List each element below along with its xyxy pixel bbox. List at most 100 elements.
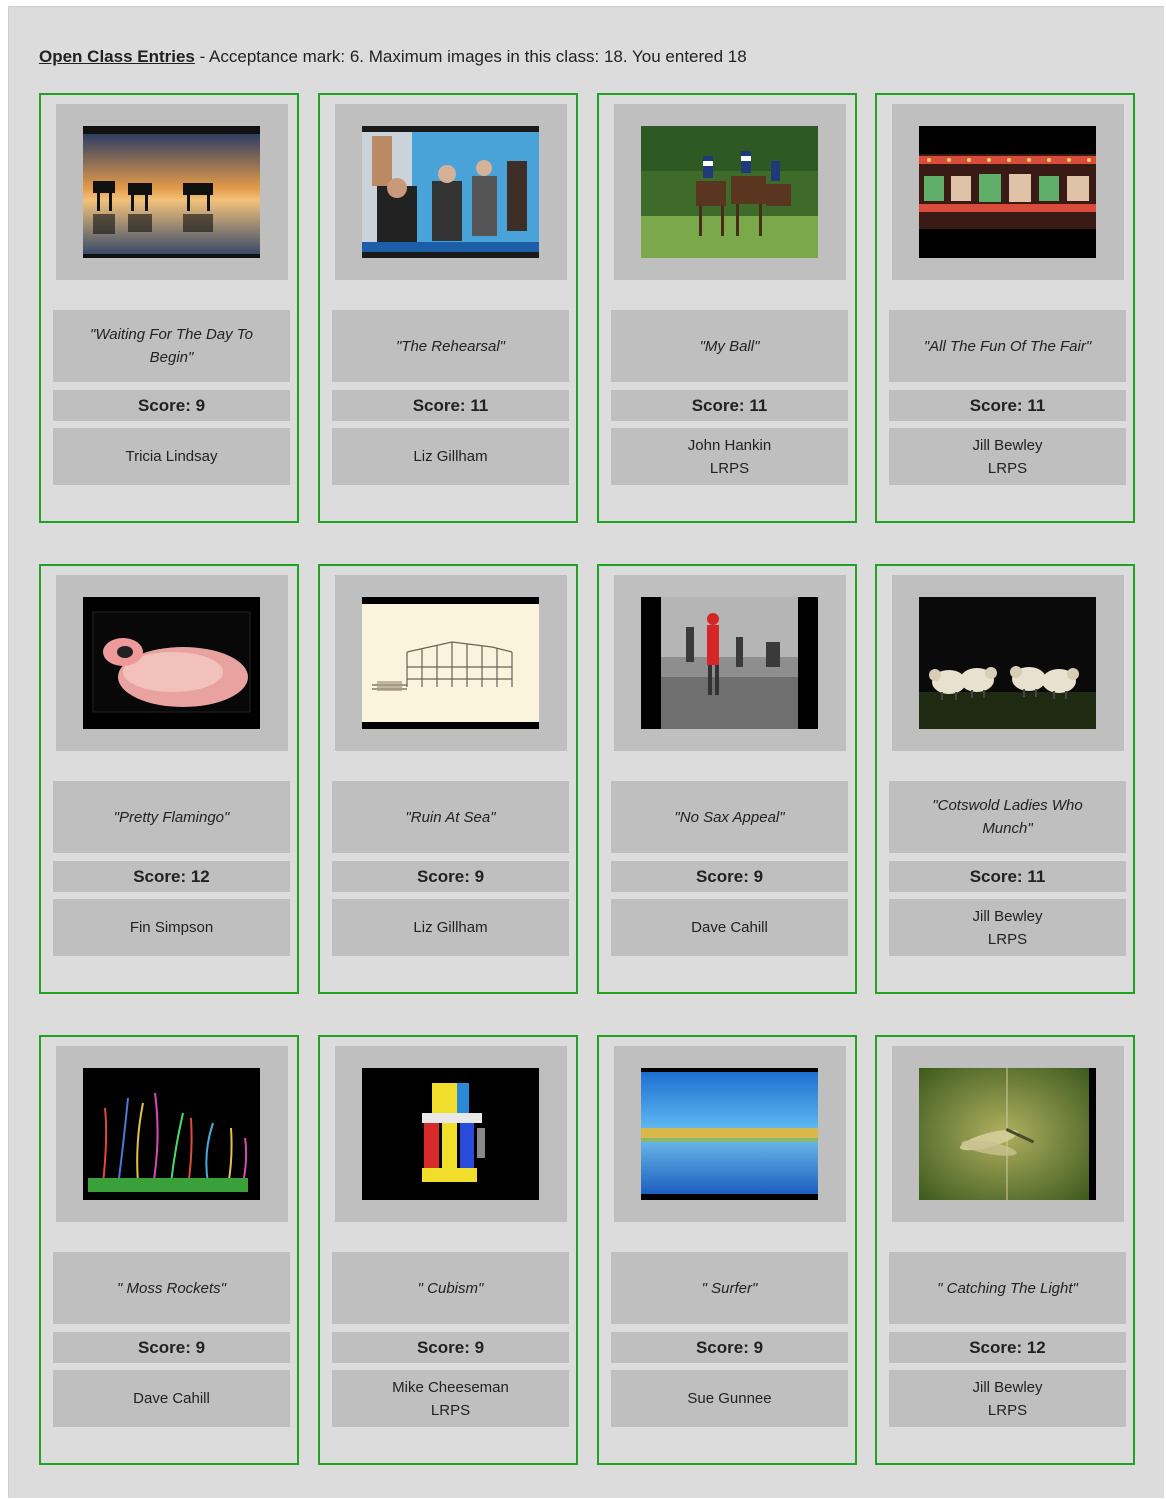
entry-title: " Moss Rockets"	[53, 1252, 290, 1324]
image-fairground	[919, 126, 1096, 258]
entry-card[interactable]: "The Rehearsal" Score: 11 Liz Gillham	[318, 93, 578, 523]
entry-score: Score: 9	[53, 390, 290, 421]
author-name: Jill Bewley	[972, 1378, 1043, 1396]
author-honours: LRPS	[987, 459, 1028, 477]
entry-card[interactable]: " Cubism" Score: 9 Mike Cheeseman LRPS	[318, 1035, 578, 1465]
entry-title: " Surfer"	[611, 1252, 848, 1324]
image-cubism	[362, 1068, 539, 1200]
entry-title: " Cubism"	[332, 1252, 569, 1324]
class-title: Open Class Entries	[39, 47, 195, 66]
entry-score: Score: 11	[332, 390, 569, 421]
thumbnail-frame	[892, 1046, 1124, 1222]
entry-score: Score: 9	[611, 861, 848, 892]
entry-author: Jill Bewley LRPS	[889, 428, 1126, 485]
image-saxophonist	[641, 597, 818, 729]
entry-thumbnail[interactable]	[919, 1068, 1096, 1200]
entry-thumbnail[interactable]	[83, 126, 260, 258]
entry-thumbnail[interactable]	[362, 597, 539, 729]
entry-score: Score: 9	[332, 1332, 569, 1363]
entry-card[interactable]: "Ruin At Sea" Score: 9 Liz Gillham	[318, 564, 578, 994]
author-name: Jill Bewley	[972, 436, 1043, 454]
thumbnail-frame	[614, 575, 846, 751]
image-horses-sunset	[83, 126, 260, 258]
class-details: - Acceptance mark: 6. Maximum images in …	[194, 47, 747, 66]
entry-card[interactable]: "Waiting For The Day To Begin" Score: 9 …	[39, 93, 299, 523]
entry-author: Sue Gunnee	[611, 1370, 848, 1427]
entry-thumbnail[interactable]	[641, 1068, 818, 1200]
entry-card[interactable]: " Surfer" Score: 9 Sue Gunnee	[597, 1035, 857, 1465]
image-polo	[641, 126, 818, 258]
thumbnail-frame	[892, 104, 1124, 280]
entry-author: Jill Bewley LRPS	[889, 899, 1126, 956]
entry-author: Fin Simpson	[53, 899, 290, 956]
entry-thumbnail[interactable]	[919, 126, 1096, 258]
entry-title: "No Sax Appeal"	[611, 781, 848, 853]
entry-thumbnail[interactable]	[641, 126, 818, 258]
entry-title: "The Rehearsal"	[332, 310, 569, 382]
author-name: Dave Cahill	[133, 1390, 210, 1407]
author-name: Tricia Lindsay	[125, 448, 218, 465]
entry-card[interactable]: " Catching The Light" Score: 12 Jill Bew…	[875, 1035, 1135, 1465]
entry-author: Liz Gillham	[332, 428, 569, 485]
author-name: Jill Bewley	[972, 907, 1043, 925]
entry-title: "Pretty Flamingo"	[53, 781, 290, 853]
thumbnail-frame	[892, 575, 1124, 751]
thumbnail-frame	[335, 575, 567, 751]
entries-page: Open Class Entries - Acceptance mark: 6.…	[8, 6, 1164, 1498]
entry-card[interactable]: "All The Fun Of The Fair" Score: 11 Jill…	[875, 93, 1135, 523]
entry-author: Mike Cheeseman LRPS	[332, 1370, 569, 1427]
entry-score: Score: 9	[53, 1332, 290, 1363]
thumbnail-frame	[335, 1046, 567, 1222]
entry-card[interactable]: "My Ball" Score: 11 John Hankin LRPS	[597, 93, 857, 523]
author-name: Liz Gillham	[413, 919, 488, 936]
entry-score: Score: 12	[53, 861, 290, 892]
entry-title: "All The Fun Of The Fair"	[889, 310, 1126, 382]
entry-author: Dave Cahill	[611, 899, 848, 956]
image-sheep	[919, 597, 1096, 729]
author-honours: LRPS	[987, 930, 1028, 948]
entry-score: Score: 11	[889, 390, 1126, 421]
thumbnail-frame	[56, 104, 288, 280]
entry-thumbnail[interactable]	[362, 1068, 539, 1200]
entry-card[interactable]: "Cotswold Ladies Who Munch" Score: 11 Ji…	[875, 564, 1135, 994]
entry-card[interactable]: " Moss Rockets" Score: 9 Dave Cahill	[39, 1035, 299, 1465]
entry-author: Dave Cahill	[53, 1370, 290, 1427]
entry-thumbnail[interactable]	[83, 597, 260, 729]
entry-author: Jill Bewley LRPS	[889, 1370, 1126, 1427]
author-name: Liz Gillham	[413, 448, 488, 465]
image-seascape	[641, 1068, 818, 1200]
author-name: Dave Cahill	[691, 919, 768, 936]
entry-score: Score: 9	[332, 861, 569, 892]
entry-score: Score: 11	[611, 390, 848, 421]
author-honours: LRPS	[709, 459, 750, 477]
entry-title: "Cotswold Ladies Who Munch"	[889, 781, 1126, 853]
entry-score: Score: 12	[889, 1332, 1126, 1363]
image-flamingo	[83, 597, 260, 729]
entry-card[interactable]: "Pretty Flamingo" Score: 12 Fin Simpson	[39, 564, 299, 994]
image-pier-ruin	[362, 597, 539, 729]
author-honours: LRPS	[987, 1401, 1028, 1419]
author-name: Sue Gunnee	[687, 1390, 772, 1407]
entry-thumbnail[interactable]	[919, 597, 1096, 729]
entry-title: "Waiting For The Day To Begin"	[53, 310, 290, 382]
author-name: Fin Simpson	[129, 919, 214, 936]
author-name: Mike Cheeseman	[392, 1378, 509, 1396]
thumbnail-frame	[56, 575, 288, 751]
entry-score: Score: 9	[611, 1332, 848, 1363]
entry-thumbnail[interactable]	[362, 126, 539, 258]
entry-title: "My Ball"	[611, 310, 848, 382]
class-header: Open Class Entries - Acceptance mark: 6.…	[39, 47, 747, 67]
entry-title: " Catching The Light"	[889, 1252, 1126, 1324]
image-moss	[83, 1068, 260, 1200]
image-rehearsal	[362, 126, 539, 258]
entry-card[interactable]: "No Sax Appeal" Score: 9 Dave Cahill	[597, 564, 857, 994]
entry-author: John Hankin LRPS	[611, 428, 848, 485]
entry-thumbnail[interactable]	[83, 1068, 260, 1200]
thumbnail-frame	[335, 104, 567, 280]
thumbnail-frame	[56, 1046, 288, 1222]
image-damselfly	[919, 1068, 1096, 1200]
thumbnail-frame	[614, 104, 846, 280]
thumbnail-frame	[614, 1046, 846, 1222]
entry-thumbnail[interactable]	[641, 597, 818, 729]
entry-score: Score: 11	[889, 861, 1126, 892]
